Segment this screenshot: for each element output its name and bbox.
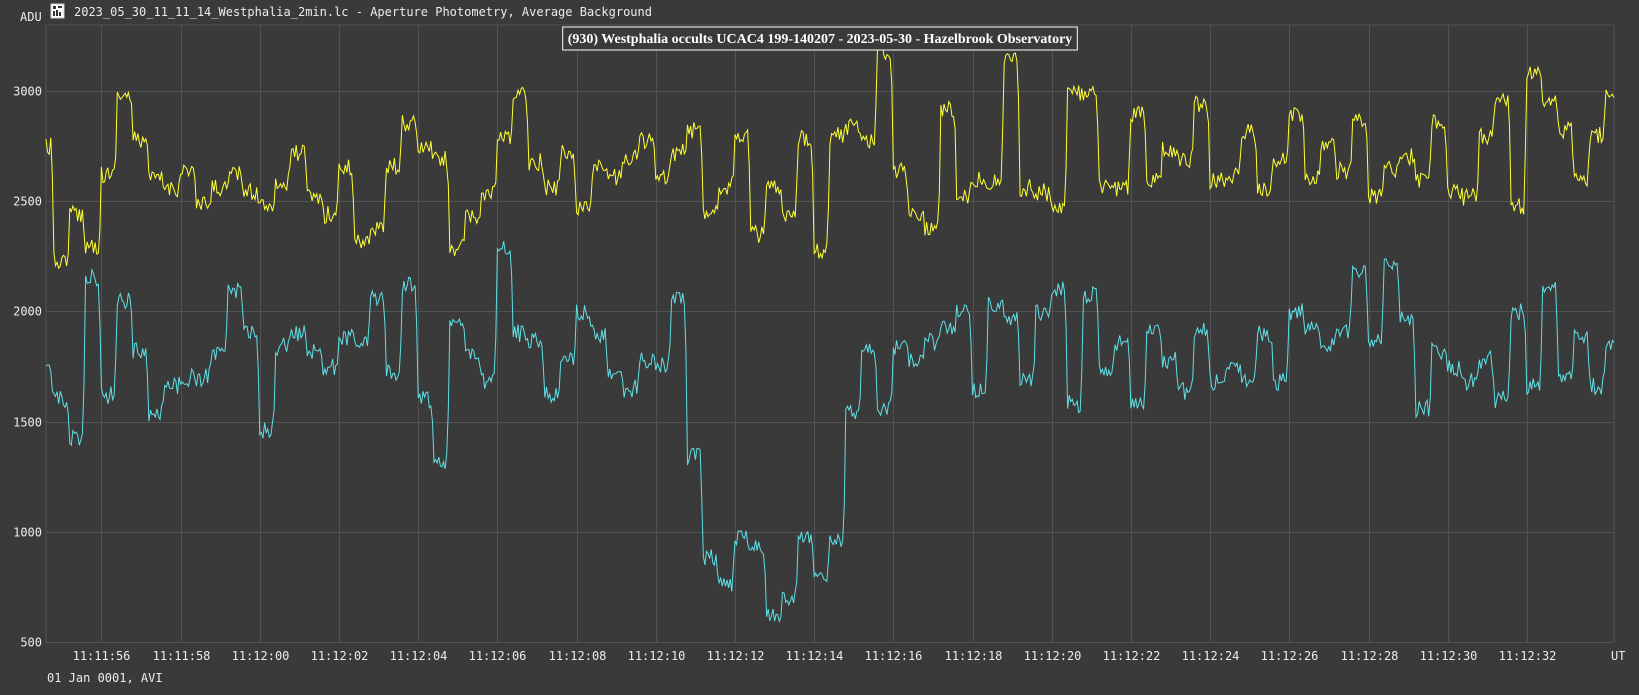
x-tick-label: 11:12:16 [865,649,923,663]
date-label: 01 Jan 0001, AVI [47,671,163,685]
lightcurve-chart: 2023_05_30_11_11_14_Westphalia_2min.lc -… [0,0,1639,695]
x-tick-label: 11:12:00 [232,649,290,663]
x-tick-label: 11:11:58 [153,649,211,663]
x-tick-label: 11:12:02 [311,649,369,663]
x-tick-label: 11:12:22 [1103,649,1161,663]
x-tick-label: 11:12:04 [390,649,448,663]
y-tick-label: 2000 [13,305,42,319]
x-tick-label: 11:12:30 [1420,649,1478,663]
x-tick-label: 11:12:28 [1341,649,1399,663]
x-tick-label: 11:12:32 [1499,649,1557,663]
chart-title: (930) Westphalia occults UCAC4 199-14020… [568,32,1073,47]
x-tick-label: 11:12:18 [945,649,1003,663]
y-tick-label: 2500 [13,195,42,209]
y-tick-label: 3000 [13,85,42,99]
x-axis-unit-label: UT [1611,649,1625,663]
lightcurve-app-icon [50,3,65,19]
x-tick-label: 11:12:24 [1182,649,1240,663]
chart-title-box: (930) Westphalia occults UCAC4 199-14020… [562,26,1078,51]
x-tick-label: 11:12:26 [1261,649,1319,663]
x-tick-label: 11:12:08 [549,649,607,663]
chart-background [0,0,1639,695]
x-tick-label: 11:11:56 [73,649,131,663]
x-tick-label: 11:12:20 [1024,649,1082,663]
y-tick-label: 500 [20,636,42,650]
x-tick-label: 11:12:12 [707,649,765,663]
window-title: 2023_05_30_11_11_14_Westphalia_2min.lc -… [74,5,652,19]
y-tick-label: 1500 [13,416,42,430]
x-tick-label: 11:12:10 [628,649,686,663]
x-tick-label: 11:12:14 [786,649,844,663]
y-tick-label: 1000 [13,526,42,540]
y-axis-label: ADU [20,10,42,24]
x-tick-label: 11:12:06 [469,649,527,663]
